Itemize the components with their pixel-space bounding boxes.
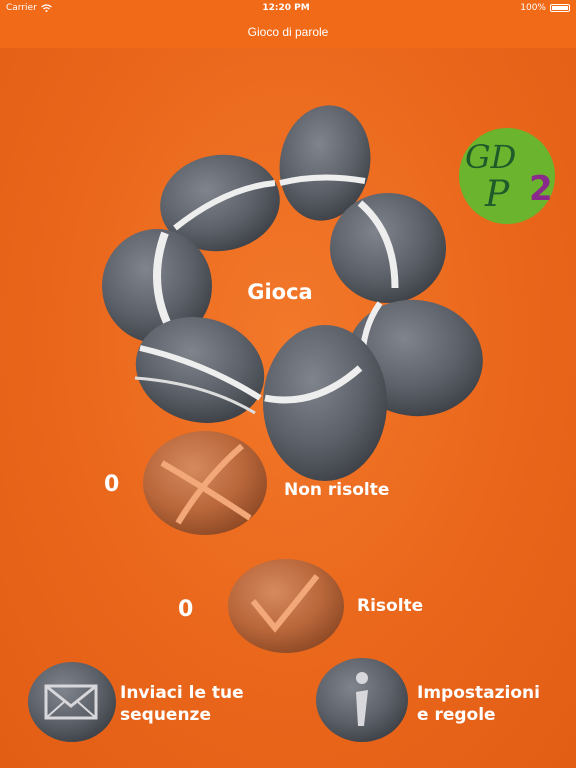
send-line-2: sequenze [120, 705, 211, 725]
nav-bar: Gioco di parole [0, 16, 576, 49]
status-time: 12:20 PM [262, 3, 310, 13]
stone-right-top [330, 193, 446, 303]
solved-label[interactable]: Risolte [357, 595, 423, 617]
nav-title: Gioco di parole [247, 25, 329, 39]
send-sequences-button[interactable] [26, 660, 118, 744]
status-left: Carrier [6, 3, 52, 13]
status-right: 100% [520, 3, 570, 13]
logo-letters-gd: GD [465, 138, 516, 176]
send-line-1: Inviaci le tue [120, 683, 244, 703]
unsolved-label[interactable]: Non risolte [284, 479, 389, 501]
battery-icon [549, 4, 570, 12]
send-sequences-label[interactable]: Inviaci le tue sequenze [120, 682, 244, 726]
stone-bottom [263, 325, 387, 481]
settings-line-2: e regole [417, 705, 496, 725]
solved-count: 0 [178, 597, 194, 622]
play-label[interactable]: Gioca [230, 280, 330, 304]
unsolved-count: 0 [104, 472, 120, 497]
settings-line-1: Impostazioni [417, 683, 540, 703]
wifi-icon [40, 4, 52, 12]
gdp2-logo: GD P 2 [459, 128, 555, 224]
status-bar: Carrier 12:20 PM 100% [0, 0, 576, 16]
carrier-label: Carrier [6, 3, 37, 13]
unsolved-button[interactable] [140, 428, 270, 538]
solved-button[interactable] [225, 556, 347, 656]
logo-number: 2 [529, 169, 553, 209]
main-view: Gioca GD P 2 0 Non risolte 0 Risolte Inv… [0, 48, 576, 768]
battery-percent: 100% [520, 3, 546, 13]
settings-button[interactable] [314, 656, 410, 744]
logo-letter-p: P [484, 174, 510, 215]
settings-label[interactable]: Impostazioni e regole [417, 682, 540, 726]
